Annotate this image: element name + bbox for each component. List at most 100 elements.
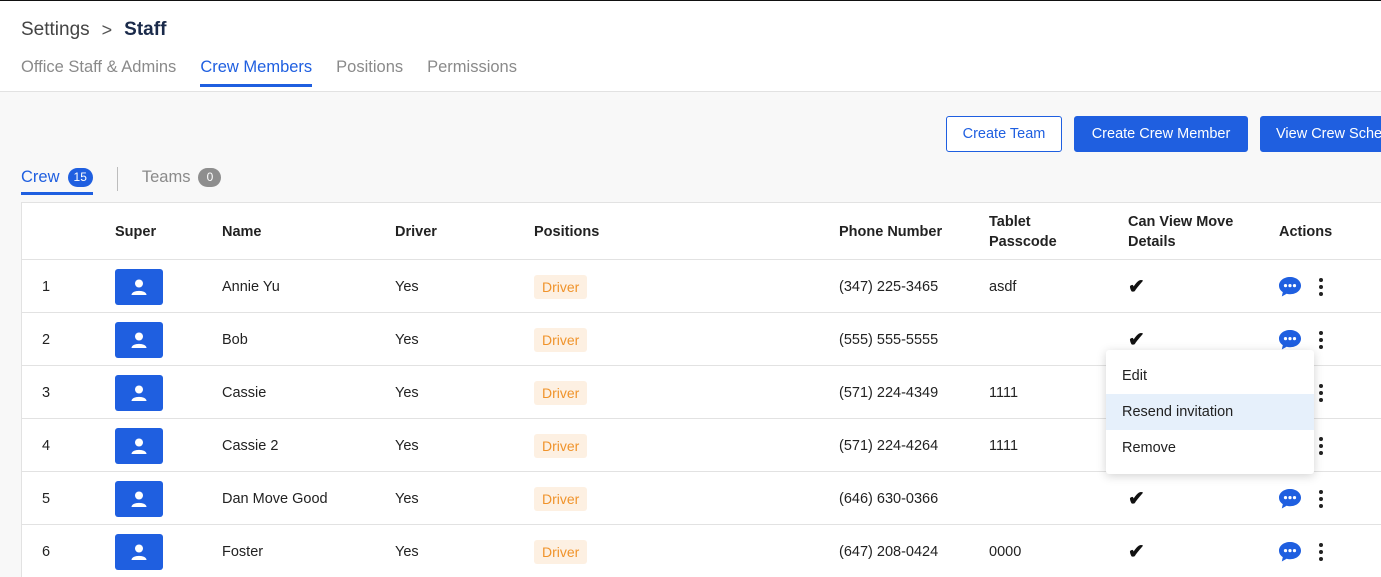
user-icon[interactable] xyxy=(115,374,163,411)
subtab-teams-label: Teams xyxy=(141,168,191,186)
position-tag: Driver xyxy=(534,327,588,352)
check-icon: ✔ xyxy=(1128,488,1145,510)
menu-item-edit[interactable]: Edit xyxy=(1106,358,1314,394)
create-crew-member-button[interactable]: Create Crew Member xyxy=(1074,116,1248,152)
positions-cell: Driver xyxy=(534,260,588,313)
teams-count-badge: 0 xyxy=(198,168,222,187)
row-index: 3 xyxy=(42,384,51,401)
super-cell xyxy=(115,313,163,366)
crew-name: Dan Move Good xyxy=(222,490,328,507)
row-index: 4 xyxy=(42,437,51,454)
breadcrumb-settings[interactable]: Settings xyxy=(21,19,90,41)
chevron-right-icon: > xyxy=(101,19,113,40)
actions-cell xyxy=(1278,472,1324,525)
crew-name: Annie Yu xyxy=(222,278,280,295)
tab-office-staff[interactable]: Office Staff & Admins xyxy=(21,58,176,87)
user-icon[interactable] xyxy=(115,427,163,464)
menu-item-resend-invitation[interactable]: Resend invitation xyxy=(1106,394,1314,430)
super-cell xyxy=(115,366,163,419)
super-cell xyxy=(115,419,163,472)
tab-permissions[interactable]: Permissions xyxy=(427,58,517,87)
check-icon: ✔ xyxy=(1128,276,1145,298)
check-icon: ✔ xyxy=(1128,541,1145,563)
actions-cell xyxy=(1278,525,1324,577)
user-icon[interactable] xyxy=(115,480,163,517)
kebab-menu-icon[interactable] xyxy=(1318,436,1324,455)
header-actions: Actions xyxy=(1279,223,1333,240)
user-icon[interactable] xyxy=(115,321,163,358)
super-cell xyxy=(115,472,163,525)
kebab-menu-icon[interactable] xyxy=(1318,542,1324,561)
driver-value: Yes xyxy=(395,437,419,454)
tab-positions[interactable]: Positions xyxy=(336,58,403,87)
driver-value: Yes xyxy=(395,331,419,348)
header-phone: Phone Number xyxy=(839,223,943,240)
user-icon[interactable] xyxy=(115,533,163,570)
page-header: Settings > Staff Office Staff & Admins C… xyxy=(0,1,1381,92)
table-row: 5 Dan Move Good Yes Driver (646) 630-0366 ✔ xyxy=(22,472,1381,525)
row-index: 2 xyxy=(42,331,51,348)
positions-cell: Driver xyxy=(534,313,588,366)
tablet-passcode: 0000 xyxy=(989,543,1022,560)
header-driver: Driver xyxy=(395,223,437,240)
crew-subtabs: Crew 15 Teams 0 xyxy=(21,166,222,195)
menu-item-remove[interactable]: Remove xyxy=(1106,430,1314,466)
crew-name: Bob xyxy=(222,331,248,348)
positions-cell: Driver xyxy=(534,472,588,525)
crew-name: Foster xyxy=(222,543,264,560)
create-team-button[interactable]: Create Team xyxy=(946,116,1062,152)
view-crew-schedule-button[interactable]: View Crew Sche xyxy=(1260,116,1381,152)
breadcrumb: Settings > Staff xyxy=(21,19,166,41)
breadcrumb-staff: Staff xyxy=(124,19,167,40)
tablet-passcode: asdf xyxy=(989,278,1017,295)
phone-number: (555) 555-5555 xyxy=(839,331,939,348)
chat-bubble-icon[interactable] xyxy=(1278,488,1302,510)
table-row: 6 Foster Yes Driver (647) 208-0424 0000 ✔ xyxy=(22,525,1381,577)
crew-name: Cassie 2 xyxy=(222,437,279,454)
chat-bubble-icon[interactable] xyxy=(1278,276,1302,298)
phone-number: (571) 224-4349 xyxy=(839,384,939,401)
position-tag: Driver xyxy=(534,274,588,299)
driver-value: Yes xyxy=(395,543,419,560)
header-positions: Positions xyxy=(534,223,600,240)
staff-tabs: Office Staff & Admins Crew Members Posit… xyxy=(21,58,517,87)
subtab-teams[interactable]: Teams 0 xyxy=(142,168,222,195)
user-icon[interactable] xyxy=(115,268,163,305)
phone-number: (347) 225-3465 xyxy=(839,278,939,295)
chat-bubble-icon[interactable] xyxy=(1278,329,1302,351)
header-tablet-passcode: Tablet Passcode xyxy=(989,213,1057,250)
super-cell xyxy=(115,260,163,313)
tablet-passcode: 1111 xyxy=(989,384,1019,401)
positions-cell: Driver xyxy=(534,419,588,472)
driver-value: Yes xyxy=(395,384,419,401)
crew-name: Cassie xyxy=(222,384,267,401)
row-actions-menu: Edit Resend invitation Remove xyxy=(1106,350,1314,474)
table-row: 1 Annie Yu Yes Driver (347) 225-3465 asdf ✔ xyxy=(22,260,1381,313)
subtab-divider xyxy=(116,166,118,191)
position-tag: Driver xyxy=(534,433,588,458)
kebab-menu-icon[interactable] xyxy=(1318,489,1324,508)
phone-number: (571) 224-4264 xyxy=(839,437,939,454)
row-index: 6 xyxy=(42,543,51,560)
chat-bubble-icon[interactable] xyxy=(1278,541,1302,563)
phone-number: (646) 630-0366 xyxy=(839,490,939,507)
kebab-menu-icon[interactable] xyxy=(1318,330,1324,349)
row-index: 1 xyxy=(42,278,51,295)
crew-count-badge: 15 xyxy=(67,168,93,187)
driver-value: Yes xyxy=(395,490,419,507)
header-super: Super xyxy=(115,223,157,240)
phone-number: (647) 208-0424 xyxy=(839,543,939,560)
row-index: 5 xyxy=(42,490,51,507)
tab-crew-members[interactable]: Crew Members xyxy=(200,58,313,87)
position-tag: Driver xyxy=(534,486,588,511)
kebab-menu-icon[interactable] xyxy=(1318,383,1324,402)
super-cell xyxy=(115,525,163,577)
subtab-crew[interactable]: Crew 15 xyxy=(21,168,93,195)
positions-cell: Driver xyxy=(534,366,588,419)
position-tag: Driver xyxy=(534,539,588,564)
header-can-view-move-details: Can View Move Details xyxy=(1128,213,1234,250)
position-tag: Driver xyxy=(534,380,588,405)
header-name: Name xyxy=(222,223,262,240)
table-header: Super Name Driver Positions Phone Number… xyxy=(22,203,1381,260)
kebab-menu-icon[interactable] xyxy=(1318,277,1324,296)
